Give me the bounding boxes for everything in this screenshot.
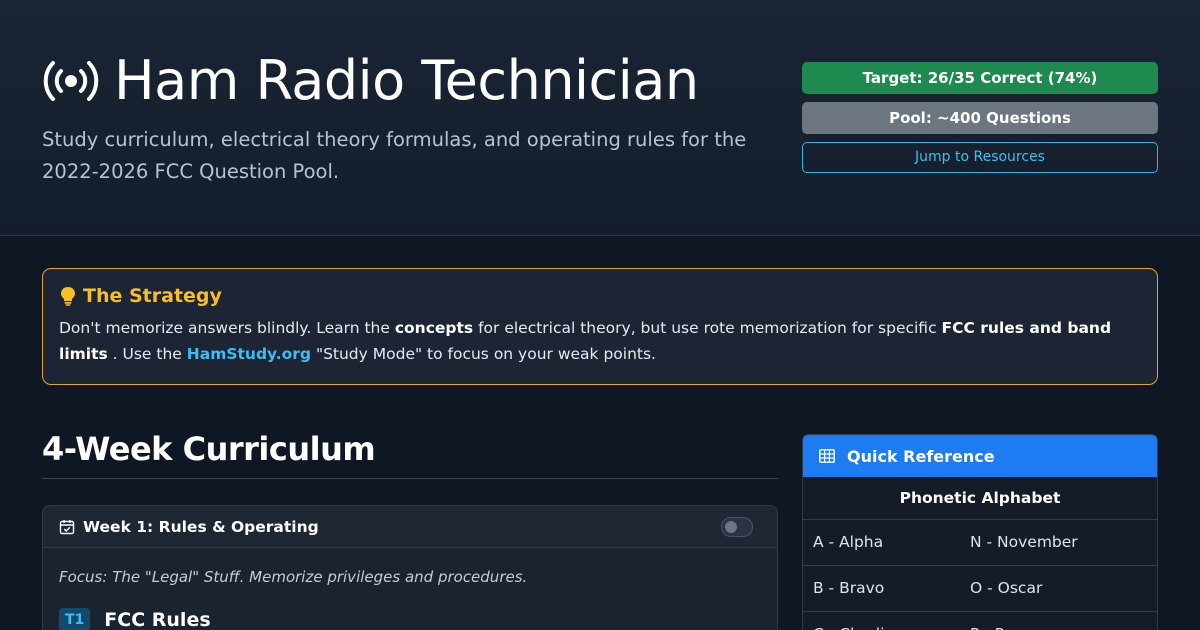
phonetic-alphabet-heading: Phonetic Alphabet bbox=[803, 477, 1157, 520]
table-cell: A - Alpha bbox=[813, 533, 884, 551]
quick-reference-header: Quick Reference bbox=[803, 435, 1157, 477]
hero-title-row: Ham Radio Technician bbox=[42, 50, 699, 112]
strategy-text-part: . Use the bbox=[107, 345, 187, 363]
table-icon bbox=[819, 449, 835, 463]
week-1-card: Week 1: Rules & Operating Focus: The "Le… bbox=[42, 505, 778, 630]
strategy-text: Don't memorize answers blindly. Learn th… bbox=[59, 315, 1141, 367]
table-row: C - Charlie P - Papa bbox=[803, 612, 1157, 630]
table-cell: N - November bbox=[970, 533, 1078, 551]
broadcast-icon bbox=[43, 61, 99, 101]
table-cell: C - Charlie bbox=[803, 612, 960, 630]
curriculum-title: 4-Week Curriculum bbox=[42, 430, 778, 479]
table-row: B - Bravo O - Oscar bbox=[803, 566, 1157, 612]
table-cell: O - Oscar bbox=[970, 579, 1043, 597]
toggle-knob bbox=[725, 520, 737, 533]
target-badge: Target: 26/35 Correct (74%) bbox=[802, 62, 1158, 94]
week-1-focus: Focus: The "Legal" Stuff. Memorize privi… bbox=[59, 568, 528, 586]
strategy-text-part: for electrical theory, but use rote memo… bbox=[473, 319, 942, 337]
week-1-complete-toggle[interactable] bbox=[721, 516, 753, 537]
hero-header: Ham Radio Technician Study curriculum, e… bbox=[0, 0, 1200, 236]
lightbulb-icon bbox=[61, 287, 75, 306]
page-title: Ham Radio Technician bbox=[114, 49, 699, 112]
quick-reference-panel: Quick Reference Phonetic Alphabet A - Al… bbox=[802, 434, 1158, 630]
week-1-title: Week 1: Rules & Operating bbox=[83, 517, 319, 536]
section-t1: T1 FCC Rules bbox=[43, 586, 777, 630]
hero-badges: Target: 26/35 Correct (74%) Pool: ~400 Q… bbox=[802, 62, 1158, 173]
section-name: FCC Rules bbox=[104, 609, 211, 630]
quick-reference-title: Quick Reference bbox=[847, 446, 995, 466]
calendar-check-icon bbox=[59, 519, 75, 534]
section-tag: T1 bbox=[59, 608, 91, 630]
week-1-header[interactable]: Week 1: Rules & Operating bbox=[43, 506, 777, 548]
strategy-callout: The Strategy Don't memorize answers blin… bbox=[42, 268, 1158, 385]
table-row: A - Alpha N - November bbox=[803, 520, 1157, 566]
pool-badge: Pool: ~400 Questions bbox=[802, 102, 1158, 134]
page-subtitle: Study curriculum, electrical theory form… bbox=[42, 128, 747, 183]
jump-to-resources-button[interactable]: Jump to Resources bbox=[802, 142, 1158, 173]
strategy-header: The Strategy bbox=[59, 285, 1141, 307]
table-cell: B - Bravo bbox=[813, 579, 885, 597]
hamstudy-link[interactable]: HamStudy.org bbox=[187, 345, 311, 363]
strategy-text-part: Don't memorize answers blindly. Learn th… bbox=[59, 319, 395, 337]
strategy-text-part: "Study Mode" to focus on your weak point… bbox=[311, 345, 656, 363]
strategy-text-bold: concepts bbox=[394, 319, 474, 337]
table-cell: P - Papa bbox=[960, 612, 1117, 630]
strategy-title: The Strategy bbox=[83, 285, 222, 307]
